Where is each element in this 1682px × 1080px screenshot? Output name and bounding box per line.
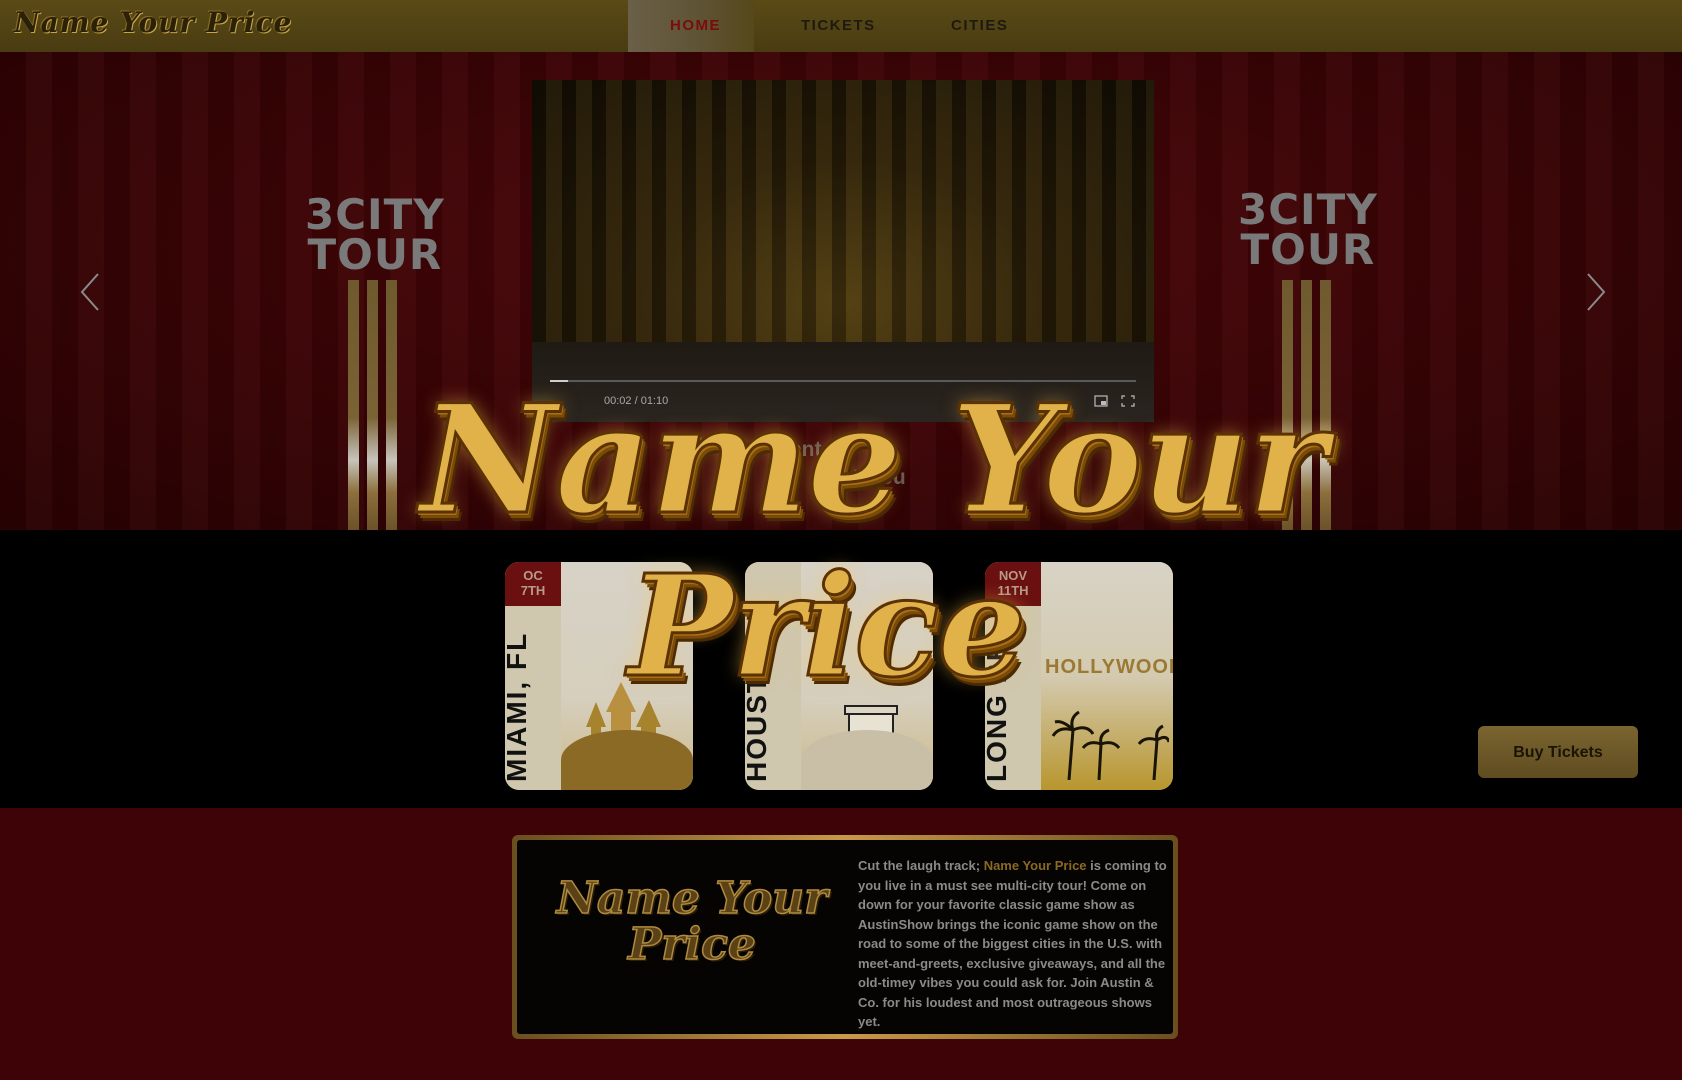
about-logo: Name Your Price xyxy=(547,873,837,970)
video-curtain xyxy=(532,80,1154,352)
hero-title-line-1: Name Your xyxy=(419,372,1329,548)
ticket-hill xyxy=(561,730,693,790)
tour-line-2: TOUR xyxy=(307,230,443,279)
slider-next-button[interactable] xyxy=(1584,272,1608,312)
about-panel-inner: Name Your Price Cut the laugh track; Nam… xyxy=(517,840,1173,1034)
about-text-highlight: Name Your Price xyxy=(983,858,1087,873)
tour-line-1: 3CITY xyxy=(1238,185,1378,234)
ticket-city: MIAMI, FL xyxy=(505,631,532,782)
video-player[interactable]: 00:02 / 01:10 xyxy=(532,80,1154,422)
slider-prev-button[interactable] xyxy=(78,272,102,312)
about-text: Cut the laugh track; Name Your Price is … xyxy=(858,856,1168,1032)
hollywood-sign: HOLLYWOOD xyxy=(1045,656,1173,678)
chevron-left-icon xyxy=(80,273,99,311)
palm-trees-icon xyxy=(1051,710,1169,780)
tour-line-1: 3CITY xyxy=(305,190,445,239)
tour-line-2: TOUR xyxy=(1240,225,1376,274)
about-text-body: is coming to you live in a must see mult… xyxy=(858,858,1167,1029)
ticket-date: OC 7TH xyxy=(505,562,561,606)
brand-logo[interactable]: Name Your Price xyxy=(14,6,292,39)
about-logo-line-1: Name Your xyxy=(556,873,828,924)
top-nav: Name Your Price HOME TICKETS CITIES xyxy=(0,0,1682,52)
tour-badge-left: 3CITY TOUR xyxy=(305,190,445,279)
nav-link-home[interactable]: HOME xyxy=(670,17,721,34)
about-panel: Name Your Price Cut the laugh track; Nam… xyxy=(512,835,1178,1039)
tour-badge-right: 3CITY TOUR xyxy=(1238,185,1378,274)
ticket-date-month: OC xyxy=(523,568,543,583)
hero-title-line-2: Price xyxy=(627,545,1029,709)
nav-link-tickets[interactable]: TICKETS xyxy=(801,17,876,34)
chevron-right-icon xyxy=(1587,273,1606,311)
ticket-hill xyxy=(801,730,933,790)
ticket-date-day: 7TH xyxy=(520,583,546,598)
stripes-left xyxy=(348,280,397,530)
buy-tickets-button[interactable]: Buy Tickets xyxy=(1478,726,1638,778)
about-text-intro: Cut the laugh track; xyxy=(858,858,984,873)
about-logo-line-2: Price xyxy=(627,919,756,970)
nav-link-cities[interactable]: CITIES xyxy=(951,17,1008,34)
